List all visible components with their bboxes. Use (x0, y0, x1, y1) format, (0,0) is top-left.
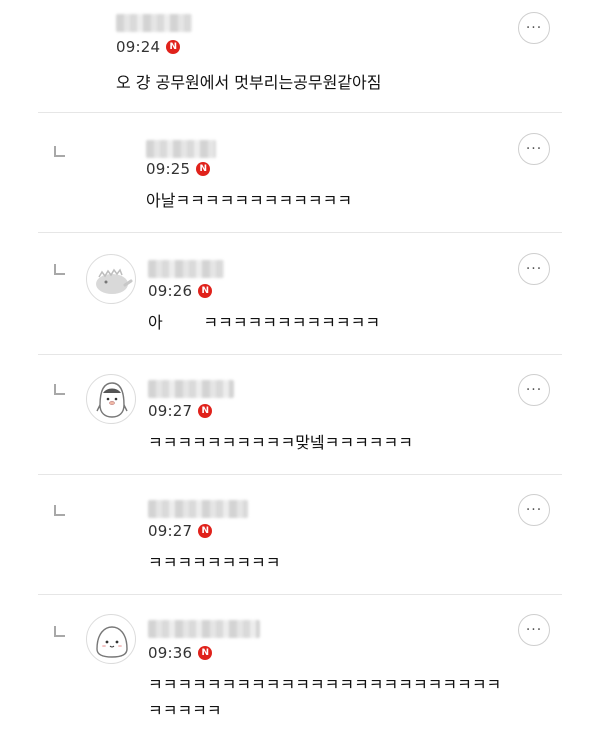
new-badge-icon: N (166, 40, 181, 54)
comment-meta: 09:26 N (148, 282, 213, 300)
reply-arrow-icon (54, 505, 65, 516)
new-badge-icon: N (198, 404, 213, 418)
divider (38, 232, 562, 233)
avatar[interactable] (86, 254, 136, 304)
divider (38, 354, 562, 355)
comment-time: 09:27 (148, 402, 193, 420)
divider (38, 112, 562, 113)
more-options-button[interactable]: ··· (518, 374, 550, 406)
author-name-blurred (148, 620, 260, 638)
comment-text: ㅋㅋㅋㅋㅋㅋㅋㅋㅋㅋ맞넼ㅋㅋㅋㅋㅋㅋ (148, 433, 413, 452)
comment-text: ㅋㅋㅋㅋㅋㅋㅋㅋㅋ (148, 553, 281, 572)
author-name-blurred (148, 500, 248, 518)
author-name-blurred (116, 14, 192, 32)
comment-meta: 09:24 N (116, 38, 181, 56)
comment-text: ㅋㅋㅋㅋㅋㅋㅋㅋㅋㅋㅋㅋㅋㅋㅋㅋㅋㅋㅋㅋㅋㅋㅋㅋ ㅋㅋㅋㅋㅋ (148, 675, 502, 720)
comment-text: 아 ㅋㅋㅋㅋㅋㅋㅋㅋㅋㅋㅋㅋ (148, 313, 381, 332)
author-name-blurred (148, 260, 224, 278)
new-badge-icon: N (198, 284, 213, 298)
dinosaur-icon (96, 268, 133, 294)
more-options-button[interactable]: ··· (518, 133, 550, 165)
comment-time: 09:36 (148, 644, 193, 662)
more-options-button[interactable]: ··· (518, 12, 550, 44)
new-badge-icon: N (196, 162, 211, 176)
comment-time: 09:24 (116, 38, 161, 56)
comment-meta: 09:27 N (148, 522, 213, 540)
more-options-button[interactable]: ··· (518, 614, 550, 646)
more-options-button[interactable]: ··· (518, 253, 550, 285)
more-options-button[interactable]: ··· (518, 494, 550, 526)
comment-time: 09:25 (146, 160, 191, 178)
author-name-blurred (146, 140, 216, 158)
comment-meta: 09:27 N (148, 402, 213, 420)
comment-text: 오 걍 공무원에서 멋부리는공무원같아짐 (116, 73, 382, 92)
bun-face-icon (96, 626, 128, 658)
comment-time: 09:26 (148, 282, 193, 300)
comment-meta: 09:25 N (146, 160, 211, 178)
avatar[interactable] (86, 374, 136, 424)
author-name-blurred (148, 380, 234, 398)
reply-arrow-icon (54, 384, 65, 395)
new-badge-icon: N (198, 524, 213, 538)
reply-arrow-icon (54, 264, 65, 275)
reply-arrow-icon (54, 626, 65, 637)
divider (38, 594, 562, 595)
avatar[interactable] (86, 614, 136, 664)
penguin-icon (96, 382, 128, 418)
comment-meta: 09:36 N (148, 644, 213, 662)
divider (38, 474, 562, 475)
new-badge-icon: N (198, 646, 213, 660)
comment-text: 아날ㅋㅋㅋㅋㅋㅋㅋㅋㅋㅋㅋㅋ (146, 191, 353, 210)
comment-time: 09:27 (148, 522, 193, 540)
reply-arrow-icon (54, 146, 65, 157)
